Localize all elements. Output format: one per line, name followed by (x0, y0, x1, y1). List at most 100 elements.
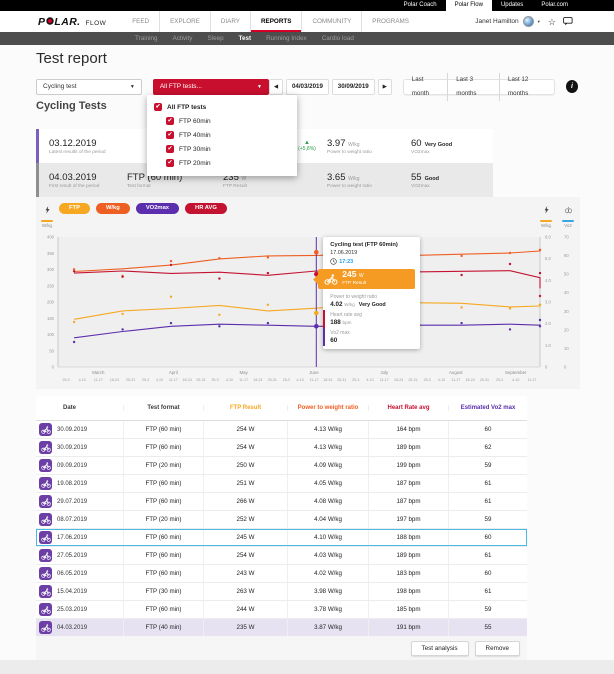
dropdown-option-all[interactable]: ✔ All FTP tests (147, 100, 297, 114)
chevron-down-icon[interactable]: ▾ (538, 19, 540, 25)
table-header-cell[interactable]: FTP Result (203, 405, 287, 411)
table-header-cell[interactable]: Test format (123, 405, 203, 411)
row-power-to-weight: 4.10 W/kg (287, 529, 368, 546)
table-header-cell[interactable]: Heart Rate avg (368, 405, 448, 411)
results-chart[interactable]: 4003503002502001501005006.05.04.03.02.01… (36, 217, 580, 389)
main-nav-item-programs[interactable]: PROGRAMS (361, 11, 419, 32)
user-name[interactable]: Janet Hamilton (475, 18, 518, 25)
test-analysis-button[interactable]: Test analysis (411, 641, 469, 656)
subnav-item-training[interactable]: Training (135, 32, 158, 45)
date-preset-last-3-months[interactable]: Last 3 months (447, 73, 499, 101)
selected-point-W/kg (314, 250, 319, 255)
checkbox-checked-icon[interactable]: ✔ (166, 159, 174, 167)
summary-vo2-value: 60 (411, 138, 422, 149)
date-preset-last-month[interactable]: Last month (404, 73, 447, 101)
row-power-to-weight: 3.78 W/kg (287, 601, 368, 618)
info-icon[interactable]: i (566, 80, 578, 93)
remove-button[interactable]: Remove (475, 641, 520, 656)
test-filter-select[interactable]: All FTP tests... ▼ (153, 79, 269, 95)
subnav-item-sleep[interactable]: Sleep (207, 32, 223, 45)
row-ftp-result: 263 W (203, 583, 287, 600)
svg-text:0: 0 (52, 365, 55, 370)
row-heart-rate: 187 bpm (368, 493, 448, 510)
main-nav-item-feed[interactable]: FEED (122, 11, 159, 32)
table-row[interactable]: 04.03.2019 FTP (40 min) 235 W 3.87 W/kg … (36, 619, 527, 637)
dropdown-option-ftp-40min[interactable]: ✔ FTP 40min (147, 128, 297, 142)
table-header-cell[interactable]: Date (36, 405, 123, 411)
checkbox-checked-icon[interactable]: ✔ (166, 117, 174, 125)
svg-text:11-17: 11-17 (310, 378, 319, 382)
table-row[interactable]: 19.08.2019 FTP (60 min) 251 W 4.05 W/kg … (36, 475, 527, 493)
end-date-input[interactable]: 30/09/2019 (332, 79, 375, 95)
dropdown-option-ftp-20min[interactable]: ✔ FTP 20min (147, 156, 297, 170)
row-heart-rate: 164 bpm (368, 421, 448, 438)
table-row[interactable]: 09.09.2019 FTP (20 min) 250 W 4.09 W/kg … (36, 457, 527, 475)
tooltip-hr-section: Heart rate avg 188 bpm (323, 310, 420, 328)
table-row[interactable]: 25.03.2019 FTP (60 min) 244 W 3.78 W/kg … (36, 601, 527, 619)
dropdown-option-ftp-60min[interactable]: ✔ FTP 60min (147, 114, 297, 128)
cycling-badge (39, 567, 52, 580)
avatar[interactable] (523, 16, 534, 27)
legend-pill-vo2max[interactable]: VO2max (136, 203, 179, 214)
svg-text:4-10: 4-10 (226, 378, 233, 382)
table-row[interactable]: 08.07.2019 FTP (20 min) 252 W 4.04 W/kg … (36, 511, 527, 529)
legend-pill-w-kg[interactable]: W/kg (96, 203, 130, 214)
cyclist-icon (41, 552, 51, 560)
polar-logo[interactable]: P LAR. FLOW (38, 16, 106, 28)
svg-text:18-24: 18-24 (394, 378, 403, 382)
chevron-down-icon: ▼ (257, 84, 262, 90)
checkbox-checked-icon[interactable]: ✔ (154, 103, 162, 111)
svg-text:20: 20 (564, 327, 569, 332)
top-site-tab-updates[interactable]: Updates (492, 0, 532, 11)
sport-select[interactable]: Cycling test ▼ (36, 79, 142, 95)
legend-pill-hr-avg[interactable]: HR AVG (185, 203, 227, 214)
polar-flow-app: Polar CoachPolar FlowUpdatesPolar.com P … (0, 0, 614, 674)
feedback-chat-icon[interactable] (563, 17, 573, 26)
main-nav-item-explore[interactable]: EXPLORE (159, 11, 210, 32)
row-ftp-result: 252 W (203, 511, 287, 528)
lightning-icon (544, 206, 549, 214)
checkbox-checked-icon[interactable]: ✔ (166, 145, 174, 153)
subnav-item-activity[interactable]: Activity (173, 32, 193, 45)
tooltip-ptw-rating: Very Good (359, 302, 386, 308)
row-heart-rate: 183 bpm (368, 565, 448, 582)
main-nav-item-community[interactable]: COMMUNITY (301, 11, 361, 32)
selected-point-FTP (314, 311, 319, 316)
row-date: 19.08.2019 (57, 481, 87, 487)
dropdown-option-ftp-30min[interactable]: ✔ FTP 30min (147, 142, 297, 156)
svg-text:70: 70 (564, 235, 569, 240)
top-site-tab-polar-flow[interactable]: Polar Flow (446, 0, 492, 11)
date-preset-last-12-months[interactable]: Last 12 months (499, 73, 554, 101)
table-row[interactable]: 06.05.2019 FTP (60 min) 243 W 4.02 W/kg … (36, 565, 527, 583)
svg-text:4-10: 4-10 (366, 378, 373, 382)
table-header-cell[interactable]: Power to weight ratio (287, 405, 368, 411)
table-header-cell[interactable]: Estimated Vo2 max (448, 405, 527, 411)
start-date-input[interactable]: 04/03/2019 (286, 79, 329, 95)
table-row[interactable]: 15.04.2019 FTP (30 min) 263 W 3.98 W/kg … (36, 583, 527, 601)
svg-text:2.0: 2.0 (545, 321, 551, 326)
main-nav-item-reports[interactable]: REPORTS (250, 11, 301, 32)
svg-text:25-3: 25-3 (496, 378, 503, 382)
checkbox-checked-icon[interactable]: ✔ (166, 131, 174, 139)
legend-pill-ftp[interactable]: FTP (59, 203, 90, 214)
top-site-tab-polar-com[interactable]: Polar.com (532, 0, 577, 11)
svg-text:300: 300 (47, 267, 55, 272)
table-row[interactable]: 27.05.2019 FTP (60 min) 254 W 4.03 W/kg … (36, 547, 527, 565)
subnav-item-running-index[interactable]: Running Index (266, 32, 307, 45)
favorites-star-icon[interactable]: ☆ (548, 17, 556, 27)
table-row[interactable]: 17.06.2019 FTP (60 min) 245 W 4.10 W/kg … (36, 529, 527, 547)
tooltip-hr-label: Heart rate avg (330, 312, 413, 318)
subnav-item-cardio-load[interactable]: Cardio load (322, 32, 354, 45)
previous-period-button[interactable]: ◀ (269, 79, 283, 95)
svg-text:August: August (449, 370, 463, 375)
top-site-tab-polar-coach[interactable]: Polar Coach (395, 0, 446, 11)
tooltip-ptw-label: Power to weight ratio (330, 294, 413, 300)
row-test-format: FTP (60 min) (123, 493, 203, 510)
table-row[interactable]: 30.09.2019 FTP (60 min) 254 W 4.13 W/kg … (36, 421, 527, 439)
subnav-item-test[interactable]: Test (239, 32, 251, 45)
table-row[interactable]: 29.07.2019 FTP (60 min) 266 W 4.08 W/kg … (36, 493, 527, 511)
row-ftp-result: 235 W (203, 619, 287, 636)
main-nav-item-diary[interactable]: DIARY (210, 11, 250, 32)
next-period-button[interactable]: ▶ (378, 79, 392, 95)
table-row[interactable]: 30.09.2019 FTP (60 min) 254 W 4.13 W/kg … (36, 439, 527, 457)
